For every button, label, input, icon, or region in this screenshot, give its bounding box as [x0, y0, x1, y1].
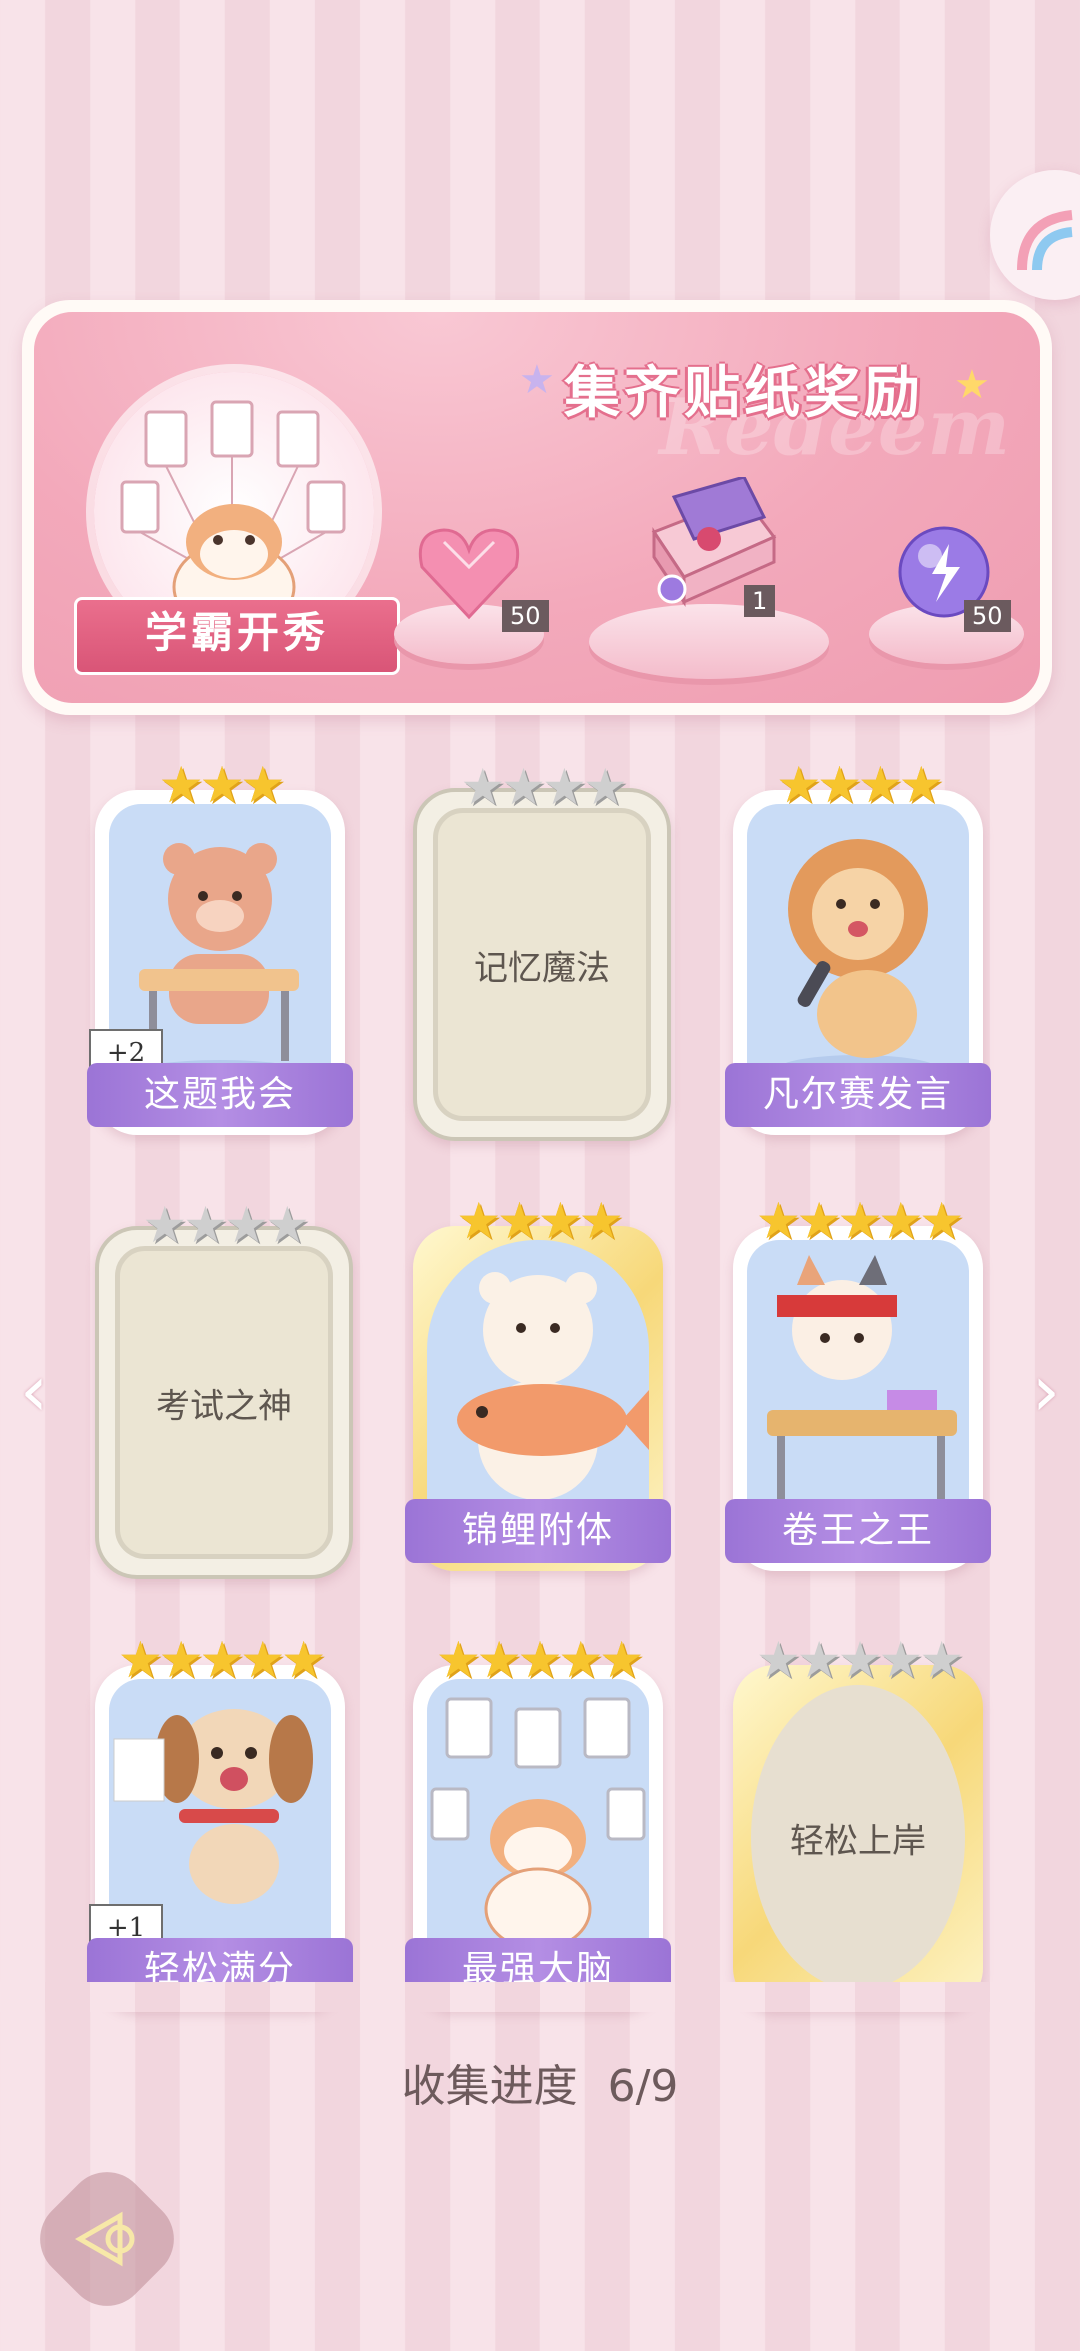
sticker-card-locked[interactable]: ★★★★ 记忆魔法 [413, 762, 671, 1141]
sticker-card[interactable]: ★★★ +2 这题我会 [87, 760, 353, 1135]
sticker-label: 凡尔赛发言 [725, 1063, 991, 1127]
progress-value: 6/9 [607, 2061, 679, 2112]
sticker-label: 锦鲤附体 [405, 1499, 671, 1563]
reward-count: 50 [502, 600, 549, 632]
star-rating: ★★★★★ [435, 1631, 644, 1689]
star-decoration-icon: ★ [519, 357, 555, 403]
sticker-card[interactable]: ★★★★★ +1 轻松满分 [87, 1635, 353, 2010]
star-rating: ★★★★ [776, 756, 943, 814]
star-rating: ★★★★★ [117, 1631, 326, 1689]
scroll-cutoff [0, 1982, 1080, 2012]
reward-item[interactable]: 50 [894, 522, 1011, 632]
activity-entry-button[interactable] [990, 170, 1080, 300]
star-rating: ★★★ [158, 756, 286, 814]
back-button[interactable] [23, 2155, 191, 2323]
sticker-label: 这题我会 [87, 1063, 353, 1127]
sticker-card[interactable]: ★★★★ 凡尔赛发言 [725, 760, 991, 1135]
star-rating: ★★★★★ [755, 1631, 964, 1689]
reward-item[interactable]: 1 [634, 475, 784, 617]
sticker-label: 记忆魔法 [474, 948, 610, 988]
reward-count: 1 [744, 585, 776, 617]
star-rating: ★★★★ [456, 1192, 623, 1250]
next-page-arrow-icon[interactable]: › [1032, 1350, 1060, 1432]
star-decoration-icon: ★ [954, 362, 990, 408]
collection-name: 学霸开秀 [144, 608, 329, 657]
rainbow-icon [1017, 210, 1073, 271]
sticker-label: 考试之神 [156, 1386, 292, 1426]
reward-item[interactable]: 50 [414, 522, 549, 632]
star-rating: ★★★★ [142, 1196, 309, 1254]
sticker-label: 轻松上岸 [790, 1821, 926, 1861]
star-rating: ★★★★★ [755, 1192, 964, 1250]
collection-name-ribbon: 学霸开秀 [74, 597, 400, 675]
sticker-card-locked[interactable]: ★★★★ 考试之神 [95, 1200, 353, 1579]
sticker-card[interactable]: ★★★★★ 最强大脑 [405, 1635, 671, 2010]
back-arrow-icon [74, 2211, 135, 2267]
star-rating: ★★★★ [460, 758, 627, 816]
reward-pedestal [589, 604, 829, 679]
sticker-card[interactable]: ★★★★★ 卷王之王 [725, 1196, 991, 1571]
reward-banner: Redeem ★ ★ 集齐贴纸奖励 学霸开秀 50 1 50 [22, 300, 1052, 715]
reward-count: 50 [964, 600, 1011, 632]
banner-title: 集齐贴纸奖励 [564, 361, 924, 426]
previous-page-arrow-icon[interactable]: ‹ [20, 1350, 48, 1432]
sticker-label: 卷王之王 [725, 1499, 991, 1563]
progress-label: 收集进度 [401, 2061, 578, 2112]
collection-progress: 收集进度 6/9 [0, 2050, 1080, 2114]
sticker-card[interactable]: ★★★★ 锦鲤附体 [405, 1196, 671, 1571]
sticker-card-locked[interactable]: ★★★★★ 轻松上岸 [733, 1635, 983, 2010]
